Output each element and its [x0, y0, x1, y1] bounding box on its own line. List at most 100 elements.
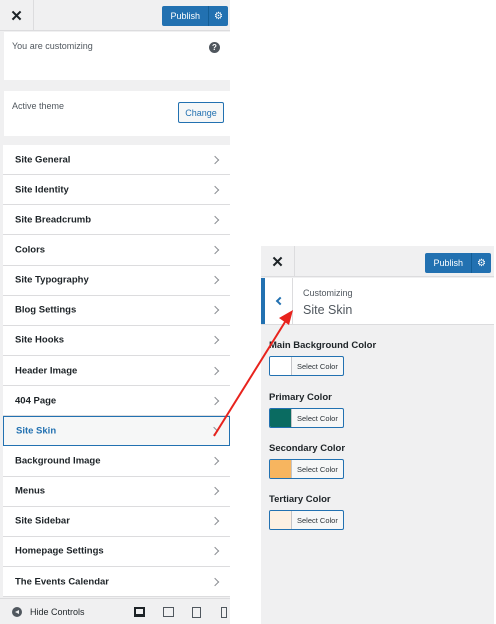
select-color-label: Select Color [297, 413, 338, 423]
menu-item-menus[interactable]: Menus [3, 476, 230, 507]
menu-item-site-typography[interactable]: Site Typography [3, 265, 230, 296]
desktop-icon[interactable] [134, 607, 145, 617]
menu-item-colors[interactable]: Colors [3, 235, 230, 266]
chevron-right-icon [210, 396, 220, 405]
color-control-label: Tertiary Color [269, 494, 331, 505]
publish-button[interactable]: Publish [425, 253, 471, 273]
select-color-label: Select Color [297, 464, 338, 474]
close-customizer-button[interactable]: ✕ [0, 0, 34, 31]
hide-controls-icon[interactable] [12, 607, 22, 617]
active-theme-label: Active theme [12, 101, 65, 111]
header-bar: ✕ Publish ⚙ [0, 0, 230, 31]
chevron-right-icon [210, 366, 220, 375]
color-control-label: Main Background Color [269, 340, 377, 351]
chevron-right-icon [209, 427, 219, 436]
menu-item-site-identity[interactable]: Site Identity [3, 175, 230, 206]
select-color-button[interactable]: Select Color [269, 408, 344, 428]
select-color-label: Select Color [297, 361, 338, 371]
menu-item-label: Site General [15, 154, 71, 166]
menu-item-label: Site Skin [16, 425, 57, 437]
menu-item-site-sidebar[interactable]: Site Sidebar [3, 506, 230, 537]
chevron-right-icon [210, 275, 220, 285]
customizer-footer: Hide Controls [0, 598, 230, 624]
chevron-right-icon [210, 547, 220, 556]
menu-item-events-calendar[interactable]: The Events Calendar [3, 566, 230, 598]
tablet-landscape-icon[interactable] [163, 607, 174, 617]
header-bar: ✕ Publish ⚙ [261, 246, 494, 277]
menu-item-label: Site Sidebar [15, 515, 70, 527]
chevron-left-icon [275, 296, 285, 306]
section-title: Site Skin [303, 303, 353, 317]
active-theme-box: Active theme Change [4, 91, 230, 136]
color-control-label: Secondary Color [269, 443, 346, 454]
mobile-icon[interactable] [221, 607, 227, 618]
menu-item-label: Colors [15, 244, 46, 256]
publish-group: Publish ⚙ [162, 6, 228, 26]
customizer-menu: Site General Site Identity Site Breadcru… [3, 145, 230, 598]
color-control-label: Primary Color [269, 392, 332, 403]
menu-item-label: 404 Page [15, 395, 57, 407]
select-color-label: Select Color [297, 515, 338, 525]
menu-item-site-hooks[interactable]: Site Hooks [3, 325, 230, 356]
customizing-label: Customizing [303, 288, 353, 298]
menu-item-site-breadcrumb[interactable]: Site Breadcrumb [3, 205, 230, 236]
change-theme-button[interactable]: Change [178, 102, 224, 123]
menu-item-label: Site Hooks [15, 334, 65, 346]
menu-item-label: Background Image [15, 455, 101, 467]
main-background-color-control: Main Background Color Select Color [269, 340, 469, 380]
color-swatch [270, 357, 292, 375]
menu-item-label: Blog Settings [15, 304, 77, 316]
menu-item-site-general[interactable]: Site General [3, 145, 230, 176]
color-swatch [270, 409, 292, 427]
select-color-button[interactable]: Select Color [269, 356, 344, 376]
primary-color-control: Primary Color Select Color [269, 392, 469, 432]
menu-item-homepage-settings[interactable]: Homepage Settings [3, 536, 230, 567]
chevron-right-icon [210, 456, 220, 466]
tablet-portrait-icon[interactable] [192, 607, 201, 618]
menu-item-label: Site Breadcrumb [15, 214, 92, 226]
menu-item-site-skin[interactable]: Site Skin [3, 416, 230, 447]
publish-settings-button[interactable]: ⚙ [471, 253, 491, 273]
color-swatch [270, 460, 292, 478]
close-icon: ✕ [271, 253, 284, 271]
publish-button[interactable]: Publish [162, 6, 208, 26]
close-customizer-button[interactable]: ✕ [261, 246, 295, 277]
chevron-right-icon [210, 306, 220, 315]
menu-item-label: Site Identity [15, 184, 69, 196]
site-skin-panel: ✕ Publish ⚙ Customizing Site Skin Main B… [261, 246, 494, 624]
close-icon: ✕ [10, 7, 23, 25]
tertiary-color-control: Tertiary Color Select Color [269, 494, 469, 534]
chevron-right-icon [210, 245, 220, 255]
customizing-info: You are customizing ? [4, 32, 230, 80]
chevron-right-icon [210, 336, 220, 345]
select-color-button[interactable]: Select Color [269, 459, 344, 479]
menu-item-blog-settings[interactable]: Blog Settings [3, 295, 230, 326]
hide-controls-label[interactable]: Hide Controls [30, 607, 85, 617]
gear-icon: ⚙ [214, 10, 223, 22]
chevron-right-icon [210, 486, 220, 496]
menu-item-404-page[interactable]: 404 Page [3, 386, 230, 417]
publish-group: Publish ⚙ [425, 253, 491, 273]
menu-item-label: Site Typography [15, 274, 89, 286]
chevron-right-icon [210, 517, 220, 526]
color-swatch [270, 511, 292, 529]
chevron-right-icon [210, 155, 220, 164]
help-icon[interactable]: ? [209, 42, 220, 53]
menu-item-label: Header Image [15, 365, 78, 377]
section-header: Customizing Site Skin [261, 278, 494, 325]
gear-icon: ⚙ [477, 257, 486, 269]
menu-item-background-image[interactable]: Background Image [3, 446, 230, 477]
chevron-right-icon [210, 577, 220, 586]
chevron-right-icon [210, 185, 220, 194]
customizer-left-panel: ✕ Publish ⚙ You are customizing ? Active… [0, 0, 230, 624]
secondary-color-control: Secondary Color Select Color [269, 443, 469, 483]
customizing-text: You are customizing [12, 41, 93, 51]
chevron-right-icon [210, 215, 220, 225]
menu-item-label: The Events Calendar [15, 576, 109, 588]
menu-item-label: Homepage Settings [15, 545, 104, 557]
back-button[interactable] [261, 278, 293, 324]
menu-item-label: Menus [15, 485, 46, 497]
publish-settings-button[interactable]: ⚙ [208, 6, 228, 26]
menu-item-header-image[interactable]: Header Image [3, 355, 230, 387]
select-color-button[interactable]: Select Color [269, 510, 344, 530]
